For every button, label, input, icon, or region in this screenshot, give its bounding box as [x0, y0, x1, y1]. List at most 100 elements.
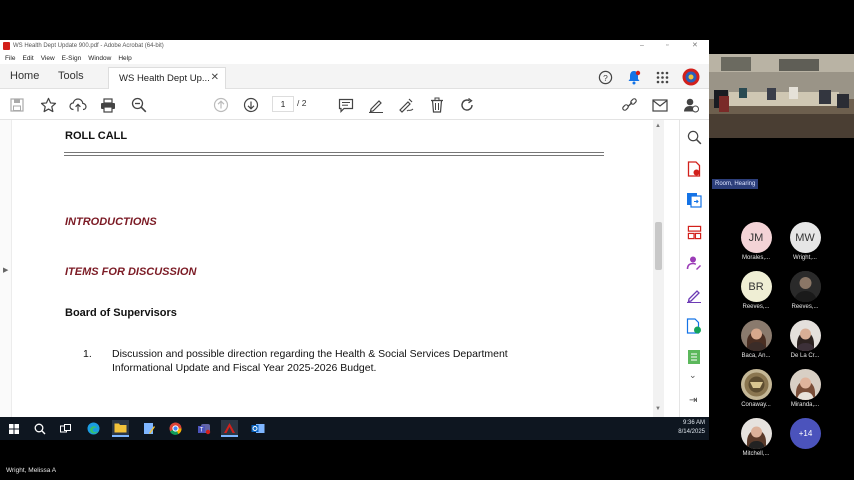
participant-name: Wright,...: [793, 255, 817, 261]
menu-window[interactable]: Window: [88, 55, 111, 62]
scroll-up-icon[interactable]: ▲: [655, 123, 661, 129]
participant-tile[interactable]: Conaway...: [732, 369, 780, 408]
task-view-icon[interactable]: [57, 420, 74, 437]
heading-rule-top: [64, 152, 604, 153]
avatar-seal: [740, 369, 772, 400]
participant-name: Reeves,...: [742, 304, 770, 310]
fill-sign-icon[interactable]: [685, 286, 703, 304]
menu-help[interactable]: Help: [118, 55, 131, 62]
close-window-button[interactable]: ✕: [692, 40, 698, 52]
menu-edit[interactable]: Edit: [22, 55, 33, 62]
help-icon[interactable]: ?: [597, 69, 613, 85]
sign-icon[interactable]: [397, 96, 415, 114]
participant-tile[interactable]: Mitchell,...: [732, 418, 780, 457]
page-number-input[interactable]: 1: [272, 96, 294, 112]
close-tab-icon[interactable]: ✕: [211, 72, 219, 83]
edge-browser-icon[interactable]: [85, 420, 102, 437]
collapse-panel-icon[interactable]: ⇥: [689, 395, 697, 406]
menu-esign[interactable]: E-Sign: [62, 55, 82, 62]
meeting-room-video[interactable]: [709, 54, 854, 138]
participant-name: Mitchell,...: [742, 451, 770, 457]
rotate-icon[interactable]: [458, 96, 476, 114]
avatar-photo: [740, 320, 772, 351]
taskbar-search-icon[interactable]: [31, 420, 48, 437]
left-panel-handle[interactable]: ▶: [0, 120, 12, 417]
acrobat-app-icon: [3, 42, 10, 50]
heading-rule-bottom: [64, 155, 604, 156]
participant-tile[interactable]: Baca, An...: [732, 320, 780, 359]
tab-tools[interactable]: Tools: [58, 70, 84, 82]
notifications-bell-icon[interactable]: [626, 69, 642, 85]
participant-name: Morales,...: [741, 255, 770, 261]
notepad-icon[interactable]: [140, 420, 157, 437]
participant-name: Baca, An...: [741, 353, 771, 359]
organize-pages-icon[interactable]: [685, 223, 703, 241]
participant-tile[interactable]: JM Morales,...: [732, 222, 780, 261]
scroll-down-icon[interactable]: ▼: [655, 406, 661, 412]
bookmark-star-icon[interactable]: [39, 96, 57, 114]
participant-tile[interactable]: Reeves,...: [781, 271, 829, 310]
minimize-button[interactable]: –: [640, 40, 644, 52]
board-of-supervisors-heading: Board of Supervisors: [65, 307, 177, 319]
screen: WS Health Dept Update 900.pdf - Adobe Ac…: [0, 0, 854, 480]
email-icon[interactable]: [651, 96, 669, 114]
menu-file[interactable]: File: [5, 55, 15, 62]
introductions-heading: INTRODUCTIONS: [65, 216, 157, 228]
create-pdf-icon[interactable]: [685, 191, 703, 209]
menu-bar: File Edit View E-Sign Window Help: [0, 52, 709, 64]
participant-tile[interactable]: BR Reeves,...: [732, 271, 780, 310]
compare-files-icon[interactable]: [685, 348, 703, 366]
agenda-item-line2: Informational Update and Fiscal Year 202…: [112, 362, 377, 374]
tools-right-panel: ⌄ ⇥: [679, 120, 709, 417]
window-title: WS Health Dept Update 900.pdf - Adobe Ac…: [13, 43, 164, 49]
print-icon[interactable]: [99, 96, 117, 114]
export-pdf-icon[interactable]: [685, 160, 703, 178]
comment-icon[interactable]: [337, 96, 355, 114]
svg-text:T: T: [199, 428, 203, 434]
roll-call-heading: ROLL CALL: [65, 130, 128, 142]
participant-tile[interactable]: De La Cr...: [781, 320, 829, 359]
acrobat-taskbar-icon[interactable]: [221, 420, 238, 437]
apps-grid-icon[interactable]: [654, 69, 670, 85]
save-icon[interactable]: [9, 97, 25, 113]
participant-name: Reeves,...: [791, 304, 819, 310]
toolbar: 1 / 2: [0, 89, 709, 120]
page-total-label: / 2: [297, 98, 307, 108]
participant-tile[interactable]: Miranda,...: [781, 369, 829, 408]
search-zoom-icon[interactable]: [685, 128, 703, 146]
next-page-icon[interactable]: [242, 96, 260, 114]
avatar: JM: [740, 222, 772, 253]
svg-text:?: ?: [603, 72, 608, 82]
share-link-icon[interactable]: [620, 96, 638, 114]
file-explorer-icon[interactable]: [112, 420, 129, 437]
user-profile-icon[interactable]: [681, 67, 701, 87]
request-signatures-icon[interactable]: [685, 254, 703, 272]
tab-document[interactable]: WS Health Dept Up... ✕: [108, 67, 226, 89]
restore-button[interactable]: ▫: [666, 40, 668, 52]
more-participants-button[interactable]: +14: [790, 418, 821, 449]
title-bar: WS Health Dept Update 900.pdf - Adobe Ac…: [0, 40, 709, 52]
chrome-icon[interactable]: [167, 420, 184, 437]
tab-home[interactable]: Home: [10, 70, 39, 82]
outlook-icon[interactable]: [249, 420, 266, 437]
avatar-photo: [789, 271, 821, 302]
participant-tile[interactable]: MW Wright,...: [781, 222, 829, 261]
zoom-out-icon[interactable]: [130, 96, 148, 114]
teams-icon[interactable]: T: [195, 420, 212, 437]
participant-name: Miranda,...: [790, 402, 820, 408]
more-tools-chevron-icon[interactable]: ⌄: [689, 370, 697, 381]
expand-left-panel-icon[interactable]: ▶: [3, 266, 8, 274]
scrollbar-thumb[interactable]: [655, 222, 662, 270]
vertical-scrollbar[interactable]: ▲ ▼: [653, 120, 664, 417]
upload-cloud-icon[interactable]: [69, 96, 87, 114]
menu-view[interactable]: View: [41, 55, 55, 62]
protect-user-icon[interactable]: [682, 96, 700, 114]
system-clock[interactable]: 9:36 AM 8/14/2025: [678, 419, 705, 436]
edit-pdf-icon[interactable]: [685, 317, 703, 335]
delete-trash-icon[interactable]: [428, 96, 446, 114]
participant-name: Conaway...: [741, 402, 771, 408]
document-viewport[interactable]: ROLL CALL INTRODUCTIONS ITEMS FOR DISCUS…: [12, 120, 653, 417]
highlight-pen-icon[interactable]: [367, 96, 385, 114]
start-windows-icon[interactable]: [5, 420, 22, 437]
previous-page-icon[interactable]: [212, 96, 230, 114]
